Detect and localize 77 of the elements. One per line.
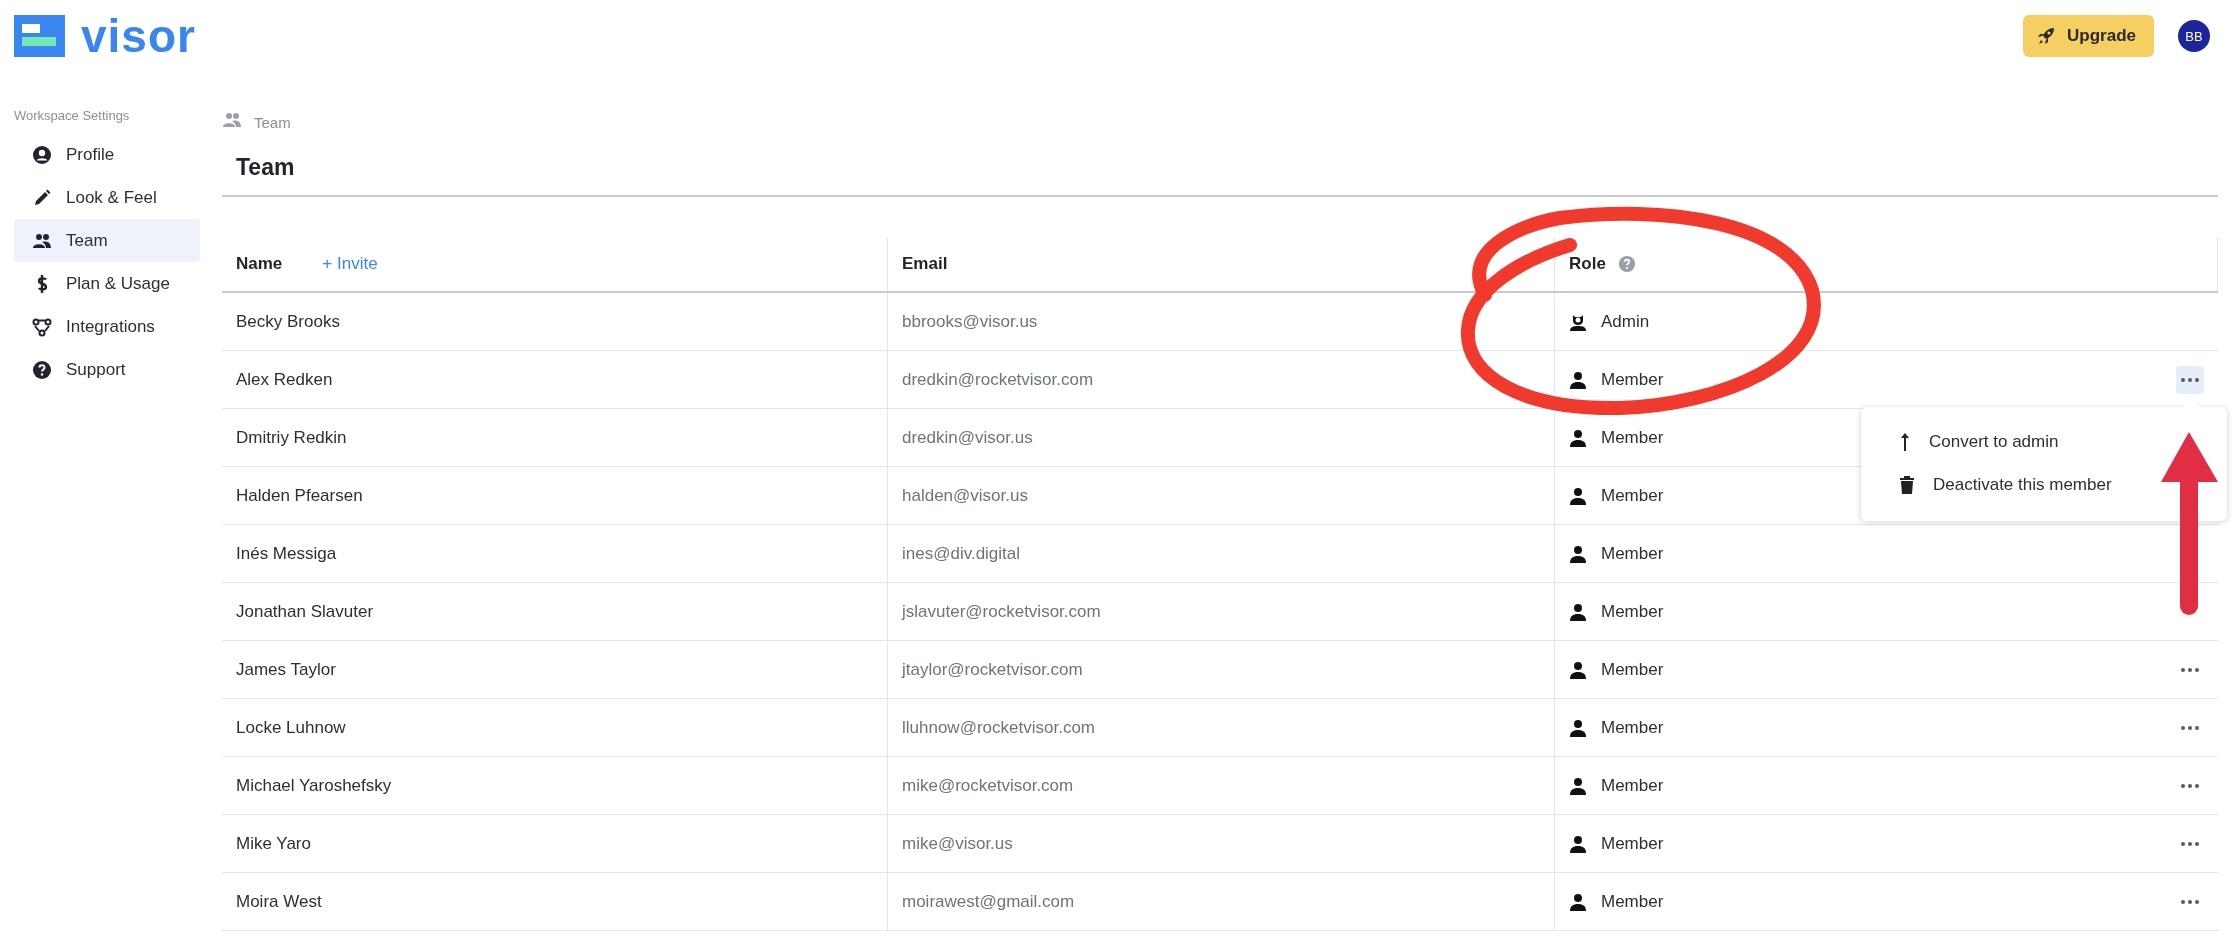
menu-item[interactable]: Deactivate this member	[1861, 463, 2227, 507]
table-cell: Jonathan Slavuter	[222, 583, 888, 640]
person-icon	[1569, 602, 1587, 621]
table-cell: dredkin@rocketvisor.com	[888, 351, 1555, 408]
table-cell: Michael Yaroshefsky	[222, 757, 888, 814]
page-title: Team	[222, 154, 2218, 197]
upgrade-button[interactable]: Upgrade	[2023, 15, 2154, 57]
table-cell: lluhnow@rocketvisor.com	[888, 699, 1555, 756]
role-label: Member	[1601, 775, 1664, 796]
role-label: Member	[1601, 485, 1664, 506]
role-label: Member	[1601, 427, 1664, 448]
table-cell: jslavuter@rocketvisor.com	[888, 583, 1555, 640]
more-icon	[2180, 840, 2200, 847]
person-icon	[1569, 892, 1587, 911]
person-icon	[1569, 370, 1587, 389]
table-cell: Dmitriy Redkin	[222, 409, 888, 466]
role-label: Member	[1601, 833, 1664, 854]
admin-icon	[1569, 312, 1587, 331]
more-icon	[2180, 782, 2200, 789]
role-label: Member	[1601, 369, 1664, 390]
table-cell: mike@rocketvisor.com	[888, 757, 1555, 814]
role-label: Member	[1601, 659, 1664, 680]
table-cell: Mike Yaro	[222, 815, 888, 872]
table-cell: Locke Luhnow	[222, 699, 888, 756]
sidebar-item[interactable]: Plan & Usage	[14, 262, 200, 305]
sidebar-item[interactable]: Profile	[14, 133, 200, 176]
sidebar-item[interactable]: Team	[14, 219, 200, 262]
pencil-icon	[32, 187, 52, 208]
column-header: Name	[236, 254, 283, 274]
table-cell: Halden Pfearsen	[222, 467, 888, 524]
person-icon	[1569, 660, 1587, 679]
table-cell: jtaylor@rocketvisor.com	[888, 641, 1555, 698]
more-icon	[2180, 898, 2200, 905]
more-icon	[2180, 724, 2200, 731]
person-icon	[1569, 544, 1587, 563]
column-header: Role	[1569, 254, 1606, 274]
logo-icon	[14, 15, 65, 57]
menu-item[interactable]: Convert to admin	[1861, 420, 2227, 464]
section-heading: Workspace Settings	[14, 108, 131, 123]
table-cell: mike@visor.us	[888, 815, 1555, 872]
trash-icon	[1899, 475, 1915, 495]
table-cell: Alex Redken	[222, 351, 888, 408]
more-icon	[2180, 666, 2200, 673]
person-icon	[1569, 718, 1587, 737]
people-icon	[222, 110, 242, 130]
person-icon	[1569, 486, 1587, 505]
help-icon	[32, 359, 52, 380]
table-cell: James Taylor	[222, 641, 888, 698]
logo-text: visor	[81, 13, 196, 59]
table-cell: Moira West	[222, 873, 888, 930]
table-cell: dredkin@visor.us	[888, 409, 1555, 466]
role-label: Member	[1601, 543, 1664, 564]
person-icon	[1569, 834, 1587, 853]
more-icon	[2180, 376, 2200, 383]
nodes-icon	[32, 316, 52, 337]
table-cell: halden@visor.us	[888, 467, 1555, 524]
more-button[interactable]	[2176, 365, 2204, 394]
sidebar-item[interactable]: Support	[14, 348, 200, 391]
sidebar-item[interactable]: Integrations	[14, 305, 200, 348]
invite-link[interactable]: + Invite	[322, 254, 378, 274]
role-label: Member	[1601, 717, 1664, 738]
person-icon	[1569, 428, 1587, 447]
table-cell: Becky Brooks	[222, 293, 888, 350]
table-cell: moirawest@gmail.com	[888, 873, 1555, 930]
sidebar-item[interactable]: Look & Feel	[14, 176, 200, 219]
profile-icon	[32, 144, 52, 165]
role-label: Member	[1601, 601, 1664, 622]
column-header: Email	[902, 254, 948, 274]
rocket-icon	[2037, 27, 2056, 45]
table-cell: ines@div.digital	[888, 525, 1555, 582]
up-arrow-icon	[1899, 432, 1911, 452]
table-cell: Inés Messiga	[222, 525, 888, 582]
table-cell: bbrooks@visor.us	[888, 293, 1555, 350]
person-icon	[1569, 776, 1587, 795]
user-avatar[interactable]: BB	[2178, 20, 2210, 52]
role-label: Admin	[1601, 311, 1650, 332]
role-label: Member	[1601, 891, 1664, 912]
